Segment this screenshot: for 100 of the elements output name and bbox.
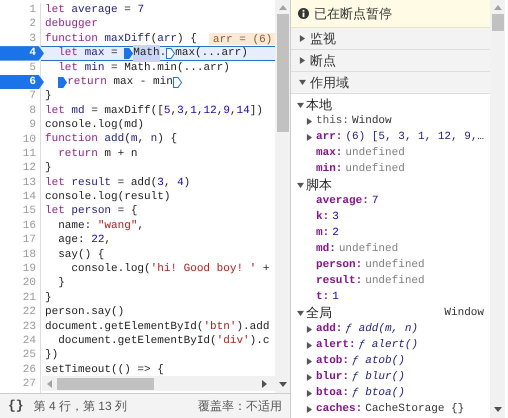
line-number: 7 — [28, 89, 37, 104]
scope-variable[interactable]: caches: CacheStorage {} — [291, 401, 490, 417]
line-number: 26 — [22, 362, 37, 378]
collapse-triangle-icon[interactable] — [299, 79, 306, 86]
scope-header[interactable]: 脚本 — [291, 177, 490, 193]
horizontal-scrollbar[interactable] — [42, 376, 275, 391]
code-line: name: "wang", — [57, 218, 146, 234]
expand-triangle-icon[interactable] — [306, 326, 313, 332]
scope-variable[interactable]: arr: (6) [5, 3, 1, 12, 9,… — [291, 129, 490, 145]
code-line: function maxDiff(arr) { arr = (6) — [41, 32, 275, 46]
collapse-triangle-icon[interactable] — [297, 102, 304, 108]
scope-title: 本地 — [306, 97, 332, 113]
code-line: function add(m, n) { — [44, 132, 178, 147]
code-line: document.getElementById('btn').add — [44, 320, 270, 334]
scope-variable[interactable]: k: 3 — [291, 209, 490, 225]
line-number: 13 — [22, 176, 37, 190]
code-line: } — [57, 276, 66, 291]
code-line: say() { — [57, 248, 106, 262]
line-number: 17 — [22, 233, 37, 248]
scope-variable[interactable]: add: ƒ add(m, n) — [291, 321, 490, 337]
code-line: age: 22, — [57, 233, 112, 248]
code-line: debugger — [44, 17, 99, 32]
pane-header[interactable]: 监视 — [291, 28, 490, 50]
expand-triangle-icon[interactable] — [306, 406, 313, 412]
code-line: person.say() — [44, 305, 126, 320]
line-number: 9 — [28, 118, 37, 133]
scroll-down-icon[interactable] — [494, 407, 502, 412]
expand-triangle-icon[interactable] — [299, 35, 306, 42]
line-number: 2 — [28, 17, 37, 32]
pane-header[interactable]: 断点 — [291, 50, 490, 72]
editor-scrollbar[interactable] — [275, 0, 290, 393]
line-number: 1 — [28, 3, 37, 18]
line-number: 16 — [22, 218, 37, 234]
code-line: let person = { — [44, 204, 138, 219]
scope-variable[interactable]: result: undefined — [291, 273, 490, 289]
step-marker-icon[interactable] — [172, 76, 182, 88]
cursor-position: 第 4 行，第 13 列 — [34, 398, 127, 415]
scope-header[interactable]: 全局 Window — [291, 305, 490, 321]
scroll-thumb[interactable] — [57, 378, 154, 390]
code-line: setTimeout(() => { — [44, 362, 165, 378]
code-line: console.log(result) — [44, 190, 172, 204]
scope-title: 全局 — [306, 305, 332, 321]
code-line: let average = 7 — [44, 3, 146, 18]
pane-header[interactable]: 作用域 — [291, 72, 490, 94]
scope-variable[interactable]: average: 7 — [291, 193, 490, 209]
code-line: }) — [44, 348, 60, 363]
scroll-thumb[interactable] — [276, 14, 288, 132]
scope-variable[interactable]: blur: ƒ blur() — [291, 369, 490, 385]
line-number: 27 — [22, 377, 37, 392]
step-marker-icon[interactable] — [166, 48, 176, 59]
step-marker-icon[interactable] — [58, 76, 68, 88]
scope-variable[interactable]: person: undefined — [291, 257, 490, 273]
scope-variable[interactable]: m: 2 — [291, 225, 490, 241]
info-icon — [298, 8, 309, 19]
step-marker-icon[interactable] — [124, 48, 134, 59]
scope-header[interactable]: 本地 — [291, 97, 490, 113]
scope-variable[interactable]: btoa: ƒ btoa() — [291, 385, 490, 401]
banner-text: 已在断点暂停 — [314, 4, 392, 23]
expand-triangle-icon[interactable] — [306, 342, 313, 348]
pane-title: 作用域 — [310, 74, 349, 92]
scroll-down-icon[interactable] — [278, 382, 286, 387]
collapse-triangle-icon[interactable] — [297, 182, 304, 188]
code-line: document.getElementById('div').c — [57, 334, 270, 348]
expand-triangle-icon[interactable] — [306, 374, 313, 380]
scroll-thumb[interactable] — [492, 14, 504, 31]
line-number: 24 — [22, 334, 37, 348]
scope-variable[interactable]: atob: ƒ atob() — [291, 353, 490, 369]
scope-variable[interactable]: alert: ƒ alert() — [291, 337, 490, 353]
line-number: 18 — [22, 248, 37, 262]
expand-triangle-icon[interactable] — [306, 358, 313, 364]
expand-triangle-icon[interactable] — [306, 390, 313, 396]
breakpoint-line-number[interactable]: 6 — [0, 74, 44, 90]
code-line: console.log('hi! Good boy! ' + — [70, 262, 270, 276]
code-line: console.log(md) — [44, 118, 146, 133]
line-number: 15 — [22, 204, 37, 219]
line-number: 11 — [22, 146, 37, 162]
expand-triangle-icon[interactable] — [306, 118, 313, 124]
line-number: 5 — [28, 60, 37, 75]
line-number: 19 — [22, 262, 37, 276]
pretty-print-button[interactable]: {} — [8, 396, 24, 416]
expand-triangle-icon[interactable] — [299, 57, 306, 64]
scope-variable[interactable]: min: undefined — [291, 161, 490, 177]
scope-variable[interactable]: t: 1 — [291, 289, 490, 305]
collapse-triangle-icon[interactable] — [297, 310, 304, 316]
code-line: let min = Math.min(...arr) — [57, 60, 231, 75]
scope-variable[interactable]: md: undefined — [291, 241, 490, 257]
scope-variable[interactable]: max: undefined — [291, 145, 490, 161]
scope-variable[interactable]: this: Window — [291, 113, 490, 129]
code-line: } — [44, 290, 53, 306]
code-line: } — [44, 161, 53, 176]
code-line: } — [44, 89, 53, 104]
code-line: let md = maxDiff([5,3,1,12,9,14]) — [44, 104, 264, 118]
expand-triangle-icon[interactable] — [306, 134, 313, 140]
sidebar-scrollbar[interactable] — [490, 0, 505, 418]
line-number: 3 — [28, 32, 37, 46]
pane-title: 监视 — [310, 30, 336, 48]
scroll-right-icon[interactable] — [262, 380, 267, 388]
code-line: return m + n — [57, 146, 138, 162]
line-number: 25 — [22, 348, 37, 363]
breakpoint-line-number[interactable]: 4 — [0, 46, 44, 61]
